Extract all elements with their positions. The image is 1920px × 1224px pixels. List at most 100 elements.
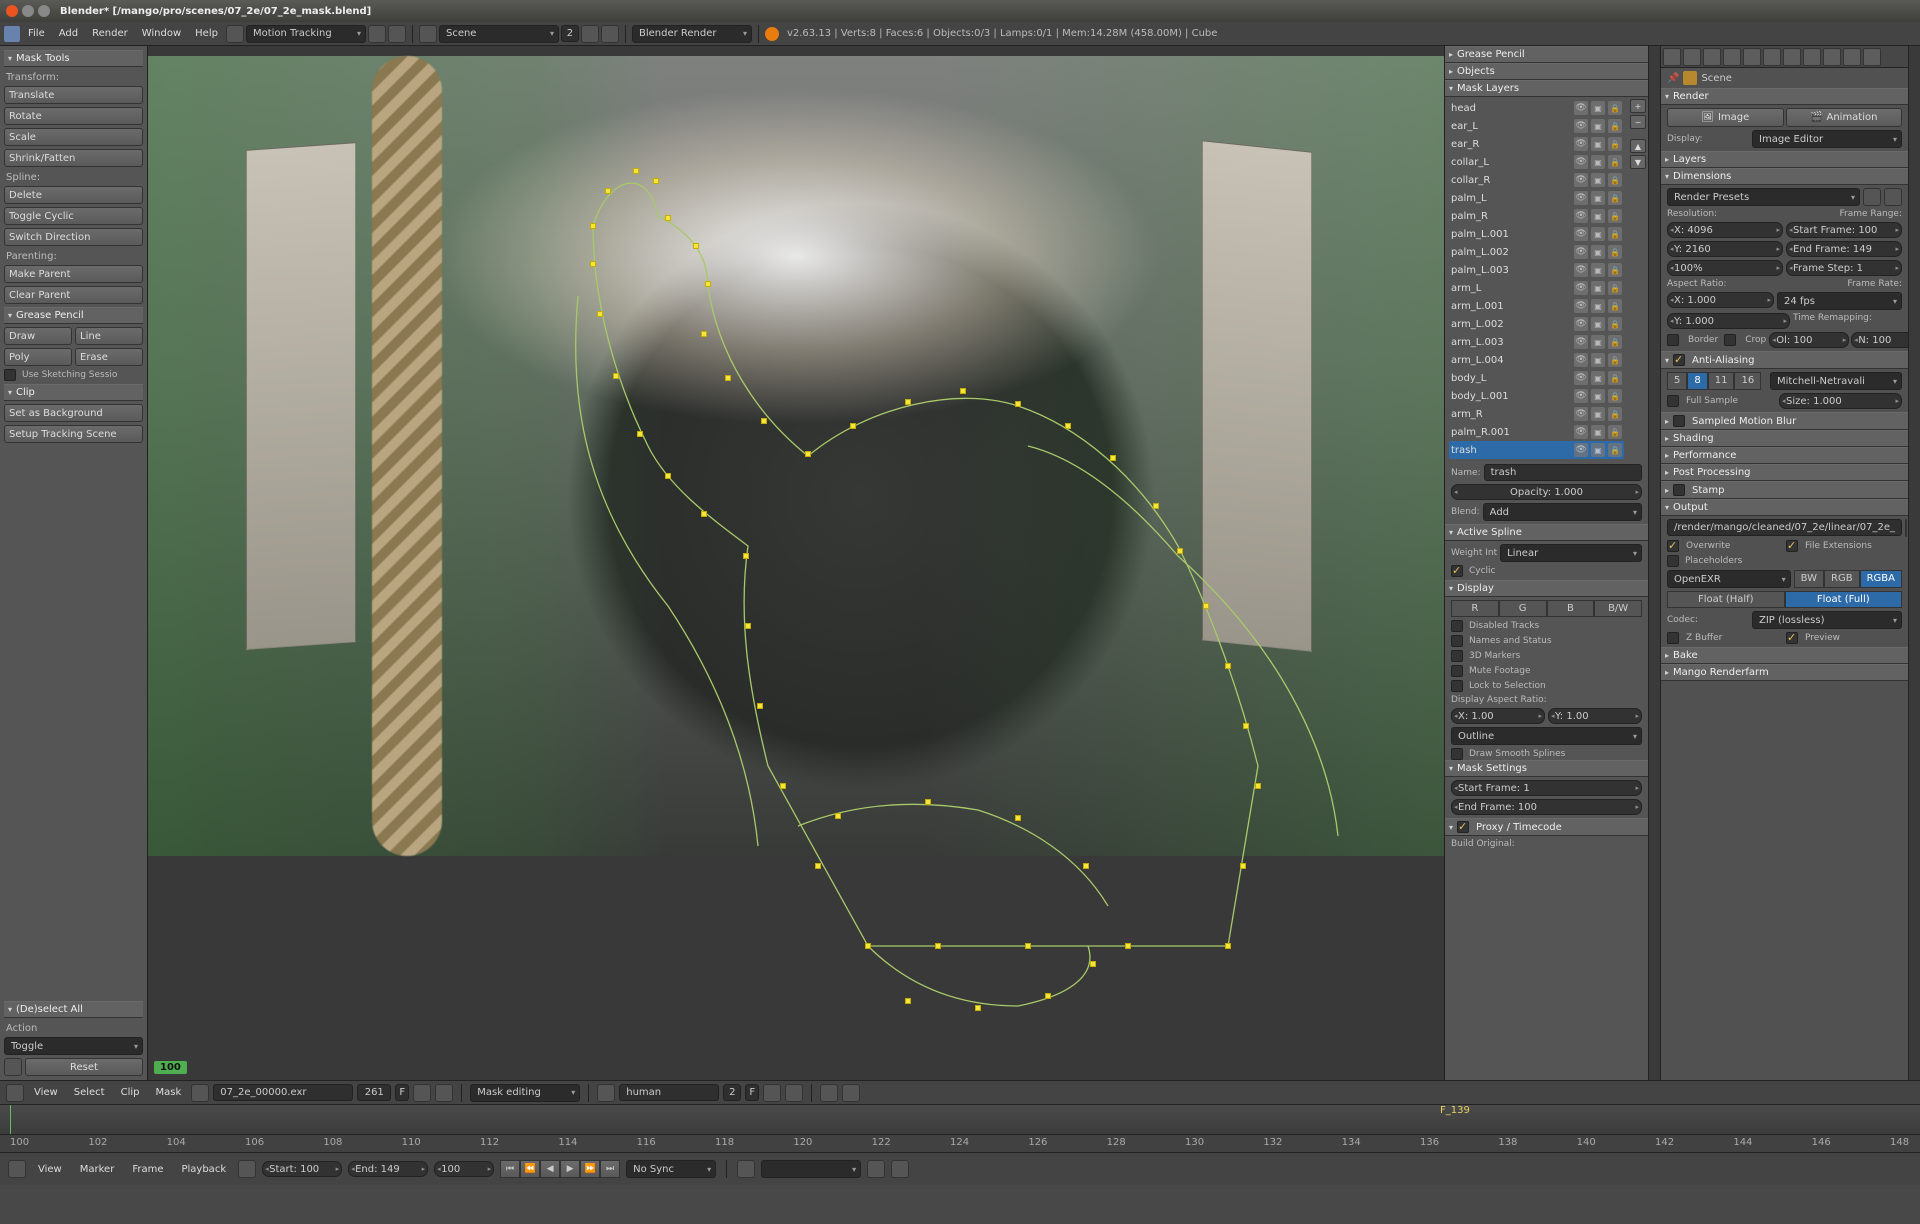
lock-icon[interactable] (1608, 317, 1622, 331)
select-icon[interactable]: ▣ (1591, 245, 1605, 259)
translate-button[interactable]: Translate (4, 86, 143, 104)
browse-folder-icon[interactable] (1905, 519, 1907, 537)
line-button[interactable]: Line (75, 327, 143, 345)
lock-icon[interactable] (1608, 101, 1622, 115)
clip-menu-clip[interactable]: Clip (115, 1085, 146, 1100)
tab-particles-icon[interactable] (1843, 48, 1861, 66)
proportional-edit-icon[interactable] (842, 1084, 860, 1102)
unlink-mask-icon[interactable] (785, 1084, 803, 1102)
zbuffer-checkbox[interactable] (1667, 632, 1679, 644)
aa-11-button[interactable]: 11 (1708, 372, 1735, 390)
dopesheet-strip[interactable]: F_139 (0, 1105, 1920, 1135)
rgb-button[interactable]: RGB (1824, 570, 1860, 588)
visibility-icon[interactable] (1574, 155, 1588, 169)
panel-mask-settings[interactable]: Mask Settings (1445, 760, 1648, 777)
play-reverse-icon[interactable]: ◀ (540, 1160, 560, 1178)
tab-scene-icon[interactable] (1683, 48, 1701, 66)
clip-menu-view[interactable]: View (28, 1085, 64, 1100)
setup-tracking-scene-button[interactable]: Setup Tracking Scene (4, 425, 143, 443)
mask-layer-row[interactable]: palm_L.001▣ (1449, 225, 1624, 243)
lock-icon[interactable] (1608, 119, 1622, 133)
lock-icon[interactable] (1608, 137, 1622, 151)
select-icon[interactable]: ▣ (1591, 443, 1605, 457)
fps-dropdown[interactable]: 24 fps (1777, 292, 1902, 310)
channel-bw-button[interactable]: B/W (1594, 600, 1642, 617)
tab-modifiers-icon[interactable] (1763, 48, 1781, 66)
mask-start-frame[interactable]: Start Frame: 1 (1451, 780, 1642, 796)
select-icon[interactable]: ▣ (1591, 209, 1605, 223)
select-icon[interactable]: ▣ (1591, 155, 1605, 169)
redo-last-icon[interactable] (4, 1058, 22, 1076)
minimize-icon[interactable] (22, 5, 34, 17)
clip-menu-mask[interactable]: Mask (149, 1085, 187, 1100)
tab-material-icon[interactable] (1803, 48, 1821, 66)
crop-checkbox[interactable] (1724, 334, 1736, 346)
rgba-button[interactable]: RGBA (1860, 570, 1902, 588)
timeline-editor-type-icon[interactable] (8, 1160, 26, 1178)
remove-scene-icon[interactable] (601, 25, 619, 43)
add-layer-icon[interactable]: + (1630, 99, 1646, 113)
weight-int-dropdown[interactable]: Linear (1500, 544, 1642, 562)
border-checkbox[interactable] (1667, 334, 1679, 346)
mask-layer-row[interactable]: trash▣ (1449, 441, 1624, 459)
mask-layer-row[interactable]: arm_R▣ (1449, 405, 1624, 423)
float-full-button[interactable]: Float (Full) (1785, 591, 1903, 608)
tab-world-icon[interactable] (1703, 48, 1721, 66)
aspect-y[interactable]: Y: 1.000 (1667, 313, 1790, 329)
aa-5-button[interactable]: 5 (1667, 372, 1687, 390)
lock-icon[interactable] (1608, 371, 1622, 385)
visibility-icon[interactable] (1574, 425, 1588, 439)
auto-keyframe-icon[interactable] (737, 1160, 755, 1178)
mask-layer-row[interactable]: collar_L▣ (1449, 153, 1624, 171)
visibility-icon[interactable] (1574, 299, 1588, 313)
smb-enable-checkbox[interactable] (1673, 415, 1685, 427)
sync-dropdown[interactable]: No Sync (626, 1160, 716, 1178)
mask-layer-row[interactable]: head▣ (1449, 99, 1624, 117)
lock-icon[interactable] (1608, 281, 1622, 295)
tab-physics-icon[interactable] (1863, 48, 1881, 66)
visibility-icon[interactable] (1574, 209, 1588, 223)
shrink-fatten-button[interactable]: Shrink/Fatten (4, 149, 143, 167)
switch-direction-button[interactable]: Switch Direction (4, 228, 143, 246)
menu-file[interactable]: File (22, 26, 51, 41)
mask-layer-row[interactable]: palm_R.001▣ (1449, 423, 1624, 441)
mask-name-field[interactable]: human (619, 1084, 719, 1101)
panel-bake[interactable]: Bake (1661, 647, 1908, 664)
panel-stamp[interactable]: Stamp (1661, 481, 1908, 499)
maximize-icon[interactable] (38, 5, 50, 17)
mask-datablock-icon[interactable] (597, 1084, 615, 1102)
clip-datablock-icon[interactable] (191, 1084, 209, 1102)
make-parent-button[interactable]: Make Parent (4, 265, 143, 283)
full-sample-checkbox[interactable] (1667, 395, 1679, 407)
lock-icon[interactable] (1608, 209, 1622, 223)
select-icon[interactable]: ▣ (1591, 137, 1605, 151)
visibility-icon[interactable] (1574, 281, 1588, 295)
panel-shading[interactable]: Shading (1661, 430, 1908, 447)
panel-dimensions[interactable]: Dimensions (1661, 168, 1908, 185)
tab-render-icon[interactable] (1663, 48, 1681, 66)
scene-users[interactable]: 2 (561, 25, 579, 42)
frame-marker[interactable]: F_139 (1440, 1105, 1470, 1116)
mute-footage-checkbox[interactable] (1451, 665, 1463, 677)
frame-step[interactable]: Frame Step: 1 (1786, 260, 1902, 276)
placeholders-checkbox[interactable] (1667, 555, 1679, 567)
mask-layer-row[interactable]: arm_L.003▣ (1449, 333, 1624, 351)
draw-button[interactable]: Draw (4, 327, 72, 345)
insert-keyframe-icon[interactable] (867, 1160, 885, 1178)
time-remap-new[interactable]: N: 100 (1851, 332, 1908, 348)
remove-preset-icon[interactable] (1884, 188, 1902, 206)
tab-data-icon[interactable] (1783, 48, 1801, 66)
timeline-end[interactable]: End: 149 (348, 1161, 428, 1177)
lock-icon[interactable] (1608, 443, 1622, 457)
mask-layer-row[interactable]: ear_L▣ (1449, 117, 1624, 135)
outline-dropdown[interactable]: Outline (1451, 727, 1642, 745)
output-path-field[interactable]: /render/mango/cleaned/07_2e/linear/07_2e… (1667, 519, 1902, 536)
scale-button[interactable]: Scale (4, 128, 143, 146)
resolution-x[interactable]: X: 4096 (1667, 222, 1783, 238)
panel-deselect-all[interactable]: (De)select All (4, 1001, 143, 1018)
float-half-button[interactable]: Float (Half) (1667, 591, 1785, 608)
next-keyframe-icon[interactable]: ⏩ (580, 1160, 600, 1178)
panel-display[interactable]: Display (1445, 580, 1648, 597)
delete-keyframe-icon[interactable] (891, 1160, 909, 1178)
mask-users[interactable]: 2 (723, 1084, 741, 1101)
